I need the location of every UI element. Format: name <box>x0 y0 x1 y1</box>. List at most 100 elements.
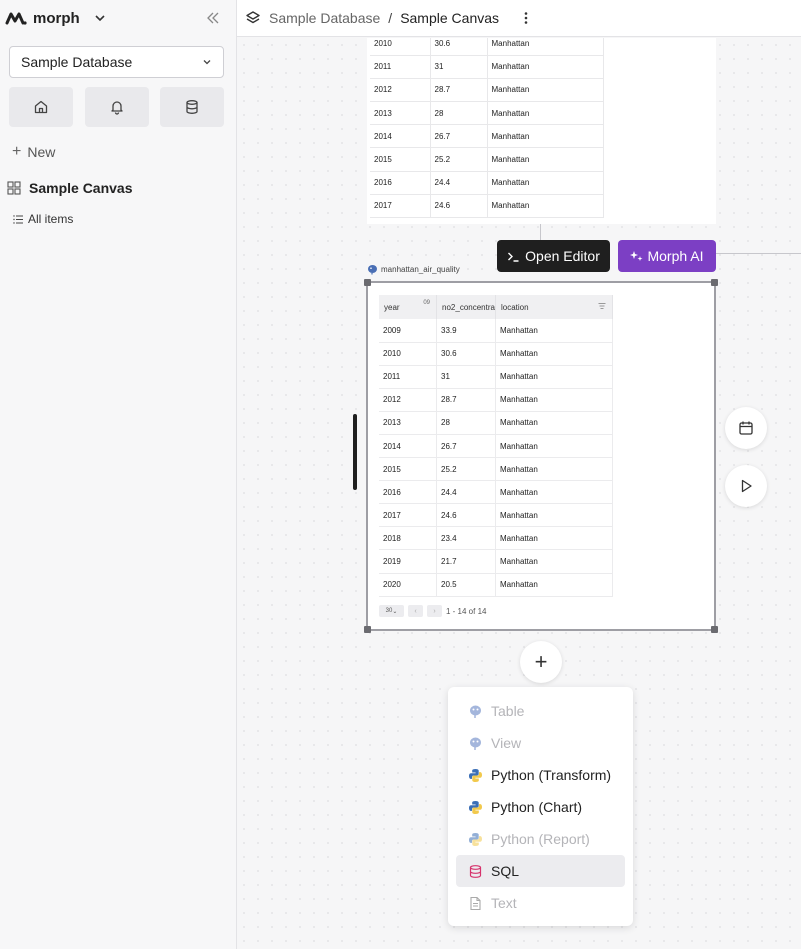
table-cell: 2016 <box>379 480 438 505</box>
database-button[interactable] <box>160 87 224 127</box>
new-button[interactable]: + New <box>12 143 55 161</box>
column-header-no2[interactable]: no2_concentra <box>436 295 496 319</box>
table-cell: 24.6 <box>436 503 496 528</box>
canvas[interactable]: 2010 30.6 Manhattan 2011 31 Manhattan 2012 28.7… <box>237 38 801 949</box>
workspace-name: morph <box>33 9 80 27</box>
table-cell: 28 <box>436 411 496 435</box>
sidebar-item-label: Sample Canvas <box>29 180 133 196</box>
page-size-select[interactable]: 30 ⌄ <box>379 605 404 617</box>
schedule-button[interactable] <box>725 407 767 449</box>
table-cell: 2015 <box>379 457 438 482</box>
morph-ai-label: Morph AI <box>647 248 704 264</box>
more-vertical-icon[interactable] <box>519 11 533 25</box>
connector-line <box>716 253 801 254</box>
pagination: 30 ⌄ ‹ › 1 - 14 of 14 <box>379 605 486 617</box>
sparkles-icon <box>630 250 643 261</box>
menu-item-table[interactable]: Table <box>456 695 625 727</box>
table-cell: Manhattan <box>495 457 614 482</box>
sidebar-item-all-items[interactable]: All items <box>13 212 73 226</box>
menu-item-view[interactable]: View <box>456 727 625 759</box>
menu-item-label: SQL <box>491 863 520 879</box>
menu-item-label: Python (Transform) <box>491 767 612 783</box>
table-card[interactable]: year 09 no2_concentra location 2009 33.9 Ma… <box>364 279 718 633</box>
database-select[interactable]: Sample Database <box>9 46 224 78</box>
menu-item-label: Python (Report) <box>491 831 590 847</box>
python-icon <box>468 800 483 815</box>
column-header-label: year <box>384 302 400 312</box>
menu-item-sql[interactable]: SQL <box>456 855 625 887</box>
list-icon <box>13 214 23 224</box>
table-cell: 28.7 <box>430 78 488 103</box>
open-editor-button[interactable]: Open Editor <box>497 240 610 272</box>
table-cell: 2011 <box>370 55 431 79</box>
table-cell: 26.7 <box>430 124 488 149</box>
table-cell: Manhattan <box>495 319 614 343</box>
table-cell: 30.6 <box>436 342 496 366</box>
next-page-button[interactable]: › <box>427 605 442 617</box>
table-cell: Manhattan <box>495 526 614 551</box>
resize-handle[interactable] <box>364 626 371 633</box>
table-cell: Manhattan <box>487 194 604 219</box>
menu-item-text[interactable]: Text <box>456 887 625 919</box>
menu-item-python-report[interactable]: Python (Report) <box>456 823 625 855</box>
table-row: 2014 26.7 Manhattan <box>370 124 604 149</box>
prev-page-button[interactable]: ‹ <box>408 605 423 617</box>
scroll-handle[interactable] <box>353 414 357 490</box>
database-select-value: Sample Database <box>21 54 133 70</box>
table-cell: Manhattan <box>495 549 614 574</box>
table-cell: 2009 <box>379 319 438 343</box>
plus-icon: + <box>12 143 22 160</box>
column-header-location[interactable]: location <box>495 295 614 319</box>
grid-icon <box>7 181 21 195</box>
table-row: 2016 24.4 Manhattan <box>370 171 604 195</box>
table-cell: 2013 <box>370 101 431 126</box>
table-cell: 28 <box>430 101 488 126</box>
data-table: 2010 30.6 Manhattan 2011 31 Manhattan 2012 28.7… <box>370 38 604 219</box>
sort-badge: 09 <box>423 300 431 306</box>
menu-item-label: Text <box>491 895 517 911</box>
table-cell: Manhattan <box>487 171 604 195</box>
sidebar: morph Sample Database + New Sample Canva… <box>0 0 237 949</box>
workspace-switcher[interactable]: morph <box>5 8 106 28</box>
table-row: 2015 25.2 Manhattan <box>370 147 604 172</box>
menu-item-python-chart[interactable]: Python (Chart) <box>456 791 625 823</box>
table-cell: 24.6 <box>430 194 488 219</box>
header: Sample Database / Sample Canvas <box>237 0 801 37</box>
layers-icon <box>246 11 260 24</box>
sidebar-item-sample-canvas[interactable]: Sample Canvas <box>7 180 133 196</box>
plus-icon: + <box>534 649 548 674</box>
terminal-icon <box>508 252 519 262</box>
menu-item-python-transform[interactable]: Python (Transform) <box>456 759 625 791</box>
breadcrumb-canvas[interactable]: Sample Canvas <box>400 10 499 26</box>
resize-handle[interactable] <box>711 279 718 286</box>
table-cell: 30.6 <box>430 38 488 56</box>
table-cell: Manhattan <box>495 480 614 505</box>
table-cell: 26.7 <box>436 434 496 459</box>
table-row: 2017 24.6 Manhattan <box>370 194 604 219</box>
notifications-button[interactable] <box>85 87 149 127</box>
table-cell: Manhattan <box>495 342 614 366</box>
breadcrumb-database[interactable]: Sample Database <box>269 10 380 26</box>
table-cell: 23.4 <box>436 526 496 551</box>
morph-ai-button[interactable]: Morph AI <box>618 240 716 272</box>
data-table: year 09 no2_concentra location 2009 33.9 Ma… <box>379 295 614 597</box>
python-icon <box>468 768 483 783</box>
resize-handle[interactable] <box>711 626 718 633</box>
file-text-icon <box>468 896 483 911</box>
breadcrumb-separator: / <box>388 10 393 26</box>
filter-lines-icon[interactable] <box>598 302 606 310</box>
morph-logo-icon <box>5 12 27 25</box>
table-cell: 2016 <box>370 171 431 195</box>
add-node-button[interactable]: + <box>520 641 562 683</box>
table-cell: Manhattan <box>495 365 614 389</box>
table-row: 2019 21.7 Manhattan <box>379 549 614 574</box>
table-cell: 2011 <box>379 365 438 389</box>
collapse-sidebar-icon[interactable] <box>206 11 220 25</box>
table-cell: Manhattan <box>495 411 614 435</box>
home-button[interactable] <box>9 87 73 127</box>
table-row: 2014 26.7 Manhattan <box>379 434 614 459</box>
run-button[interactable] <box>725 465 767 507</box>
resize-handle[interactable] <box>364 279 371 286</box>
table-card-upper[interactable]: 2010 30.6 Manhattan 2011 31 Manhattan 2012 28.7… <box>367 38 716 224</box>
column-header-year[interactable]: year 09 <box>379 295 438 319</box>
